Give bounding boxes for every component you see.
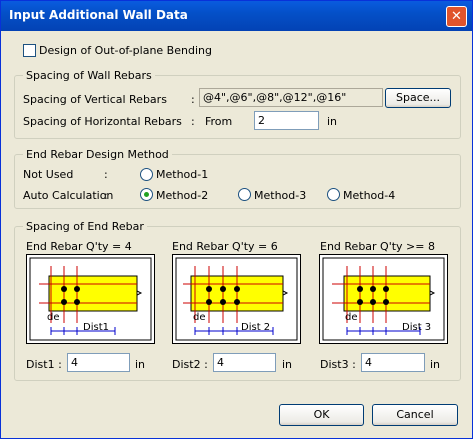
ok-button[interactable]: OK [279, 404, 364, 426]
panel-3-heading: End Rebar Q'ty >= 8 [320, 240, 435, 253]
panel-3-diagram: de Dist 3 [319, 254, 448, 344]
auto-calculation-colon: : [104, 189, 108, 202]
cancel-button[interactable]: Cancel [372, 404, 458, 426]
close-icon: ✕ [451, 9, 462, 24]
dist1-unit-label: in [135, 358, 146, 371]
dist1-label: Dist1 : [26, 358, 62, 371]
method-3-radio[interactable] [238, 188, 251, 201]
dist1-input[interactable]: 4 [67, 353, 130, 372]
dist3-label: Dist3 : [320, 358, 356, 371]
vertical-colon: : [191, 93, 195, 106]
method-1-label: Method-1 [156, 168, 209, 181]
method-1-radio[interactable] [140, 168, 153, 181]
from-spacing-input[interactable]: 2 [254, 111, 319, 130]
dist2-unit-label: in [282, 358, 293, 371]
method-2-radio[interactable] [140, 188, 153, 201]
from-unit-label: in [327, 115, 338, 128]
from-label: From [205, 115, 233, 128]
panel-2-heading: End Rebar Q'ty = 6 [172, 240, 278, 253]
panel-1-dist-label: Dist1 [83, 322, 109, 333]
end-rebar-spacing-legend: Spacing of End Rebar [23, 220, 147, 233]
method-4-radio[interactable] [327, 188, 340, 201]
dialog-window: Input Additional Wall Data ✕ Design of O… [0, 0, 473, 439]
panel-2-diagram: de Dist 2 [172, 254, 301, 344]
auto-calculation-label: Auto Calculation [23, 189, 114, 202]
vertical-rebars-label: Spacing of Vertical Rebars [23, 93, 167, 106]
dist2-input[interactable]: 4 [213, 353, 276, 372]
horizontal-colon: : [191, 115, 195, 128]
panel-1-heading: End Rebar Q'ty = 4 [26, 240, 132, 253]
out-of-plane-label: Design of Out-of-plane Bending [39, 44, 212, 57]
panel-2-de-label: de [193, 312, 206, 323]
panel-1-de-label: de [47, 312, 60, 323]
panel-3-dist-label: Dist 3 [402, 322, 432, 333]
panel-3-de-label: de [345, 312, 358, 323]
space-button[interactable]: Space... [385, 88, 451, 108]
method-2-label: Method-2 [156, 189, 209, 202]
panel-2-dist-label: Dist 2 [241, 322, 271, 333]
method-3-label: Method-3 [254, 189, 307, 202]
not-used-label: Not Used [23, 168, 74, 181]
vertical-spacing-field[interactable]: @4",@6",@8",@12",@16" [199, 88, 383, 107]
window-title: Input Additional Wall Data [9, 8, 188, 22]
wall-rebars-legend: Spacing of Wall Rebars [23, 69, 155, 82]
dist3-input[interactable]: 4 [361, 353, 425, 372]
not-used-colon: : [104, 168, 108, 181]
horizontal-rebars-label: Spacing of Horizontal Rebars [23, 115, 182, 128]
dist2-label: Dist2 : [172, 358, 208, 371]
method-4-label: Method-4 [343, 189, 396, 202]
dist3-unit-label: in [430, 358, 441, 371]
close-button[interactable]: ✕ [446, 6, 467, 27]
title-bar[interactable]: Input Additional Wall Data ✕ [1, 1, 472, 31]
end-rebar-method-legend: End Rebar Design Method [23, 148, 172, 161]
panel-1-diagram: de Dist1 [26, 254, 155, 344]
out-of-plane-checkbox[interactable] [23, 44, 36, 57]
